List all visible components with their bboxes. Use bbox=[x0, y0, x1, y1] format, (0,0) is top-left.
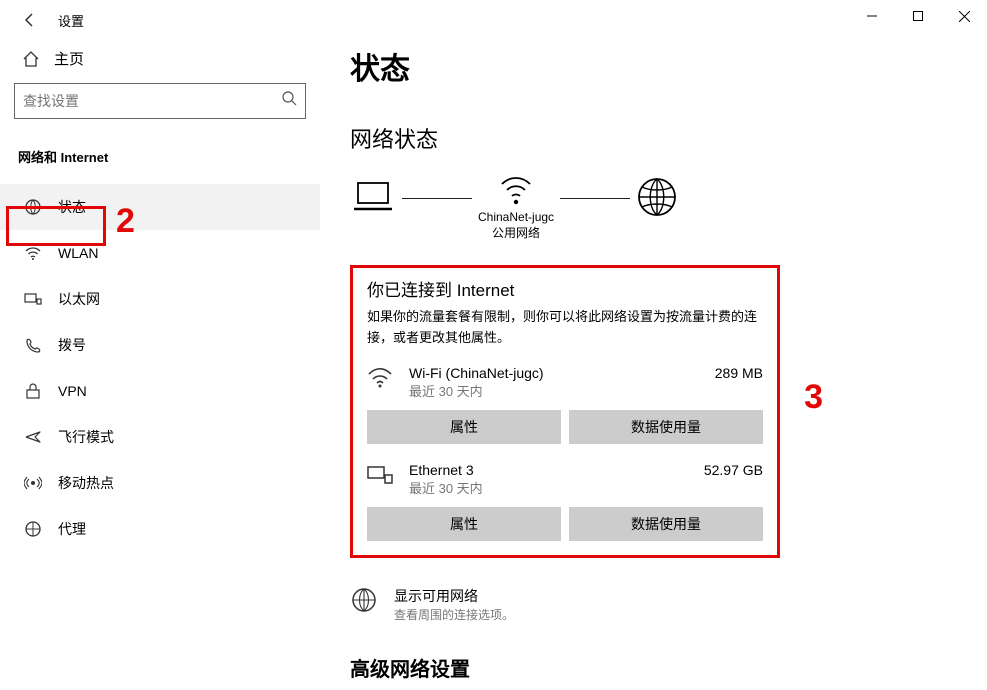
globe-icon bbox=[350, 586, 378, 614]
maximize-icon bbox=[913, 11, 923, 21]
dialup-icon bbox=[24, 336, 42, 354]
page-title: 状态 bbox=[350, 44, 957, 88]
arrow-left-icon bbox=[22, 12, 38, 28]
sidebar-item-label: 移动热点 bbox=[58, 473, 114, 493]
close-button[interactable] bbox=[941, 0, 987, 32]
search-icon bbox=[282, 91, 297, 111]
laptop-icon bbox=[350, 179, 396, 215]
sidebar-item-dialup[interactable]: 拨号 bbox=[0, 322, 320, 368]
connected-description: 如果你的流量套餐有限制，则你可以将此网络设置为按流量计费的连接，或者更改其他属性… bbox=[367, 307, 763, 349]
search-input[interactable] bbox=[23, 93, 282, 109]
proxy-icon bbox=[24, 520, 42, 538]
show-networks-title: 显示可用网络 bbox=[394, 586, 514, 606]
sidebar-item-vpn[interactable]: VPN bbox=[0, 368, 320, 414]
network-row: Wi-Fi (ChinaNet-jugc) 最近 30 天内 289 MB bbox=[367, 365, 763, 400]
network-name: Wi-Fi (ChinaNet-jugc) bbox=[409, 365, 701, 381]
sidebar-item-hotspot[interactable]: 移动热点 bbox=[0, 460, 320, 506]
wifi-router-icon bbox=[496, 172, 536, 206]
hotspot-icon bbox=[24, 474, 42, 492]
connected-title: 你已连接到 Internet bbox=[367, 276, 763, 301]
content-area: 状态 网络状态 ChinaNet-jugc 公用网络 3 你已连接到 Intern… bbox=[320, 40, 987, 690]
minimize-icon bbox=[867, 11, 877, 21]
home-link[interactable]: 主页 bbox=[14, 40, 306, 83]
search-input-container[interactable] bbox=[14, 83, 306, 119]
network-status-heading: 网络状态 bbox=[350, 122, 957, 154]
connected-panel: 3 你已连接到 Internet 如果你的流量套餐有限制，则你可以将此网络设置为… bbox=[350, 265, 780, 558]
network-row: Ethernet 3 最近 30 天内 52.97 GB bbox=[367, 462, 763, 497]
back-button[interactable] bbox=[18, 8, 42, 32]
sidebar: 主页 网络和 Internet 状态 WLAN 以太网 拨号 VPN bbox=[0, 40, 320, 690]
home-label: 主页 bbox=[54, 48, 84, 69]
maximize-button[interactable] bbox=[895, 0, 941, 32]
sidebar-item-label: 以太网 bbox=[58, 289, 100, 309]
properties-button[interactable]: 属性 bbox=[367, 507, 561, 541]
data-usage-button[interactable]: 数据使用量 bbox=[569, 507, 763, 541]
sidebar-item-label: 飞行模式 bbox=[58, 427, 114, 447]
sidebar-item-ethernet[interactable]: 以太网 bbox=[0, 276, 320, 322]
data-usage-button[interactable]: 数据使用量 bbox=[569, 410, 763, 444]
airplane-icon bbox=[24, 428, 42, 446]
ethernet-icon bbox=[367, 462, 395, 491]
sidebar-item-wlan[interactable]: WLAN bbox=[0, 230, 320, 276]
close-icon bbox=[959, 11, 970, 22]
network-sub: 最近 30 天内 bbox=[409, 478, 690, 497]
sidebar-item-label: 状态 bbox=[58, 197, 86, 217]
sidebar-item-label: 代理 bbox=[58, 519, 86, 539]
status-icon bbox=[24, 198, 42, 216]
sidebar-item-label: WLAN bbox=[58, 245, 98, 261]
advanced-settings-heading: 高级网络设置 bbox=[350, 653, 957, 682]
network-data-amount: 52.97 GB bbox=[704, 462, 763, 478]
network-sub: 最近 30 天内 bbox=[409, 381, 701, 400]
category-title: 网络和 Internet bbox=[14, 141, 306, 184]
show-available-networks[interactable]: 显示可用网络 查看周围的连接选项。 bbox=[350, 586, 957, 623]
network-diagram: ChinaNet-jugc 公用网络 bbox=[350, 172, 957, 241]
diagram-net-type: 公用网络 bbox=[492, 226, 540, 240]
sidebar-item-label: 拨号 bbox=[58, 335, 86, 355]
network-data-amount: 289 MB bbox=[715, 365, 763, 381]
diagram-ssid: ChinaNet-jugc bbox=[478, 210, 554, 224]
sidebar-item-airplane[interactable]: 飞行模式 bbox=[0, 414, 320, 460]
properties-button[interactable]: 属性 bbox=[367, 410, 561, 444]
wifi-icon bbox=[24, 244, 42, 262]
vpn-icon bbox=[24, 382, 42, 400]
sidebar-item-proxy[interactable]: 代理 bbox=[0, 506, 320, 552]
show-networks-sub: 查看周围的连接选项。 bbox=[394, 606, 514, 623]
network-name: Ethernet 3 bbox=[409, 462, 690, 478]
sidebar-item-status[interactable]: 状态 bbox=[0, 184, 320, 230]
sidebar-item-label: VPN bbox=[58, 383, 87, 399]
wifi-icon bbox=[367, 365, 395, 394]
ethernet-icon bbox=[24, 290, 42, 308]
annotation-3: 3 bbox=[804, 378, 823, 417]
globe-icon bbox=[636, 176, 678, 218]
window-title: 设置 bbox=[58, 11, 84, 30]
minimize-button[interactable] bbox=[849, 0, 895, 32]
home-icon bbox=[22, 50, 40, 68]
